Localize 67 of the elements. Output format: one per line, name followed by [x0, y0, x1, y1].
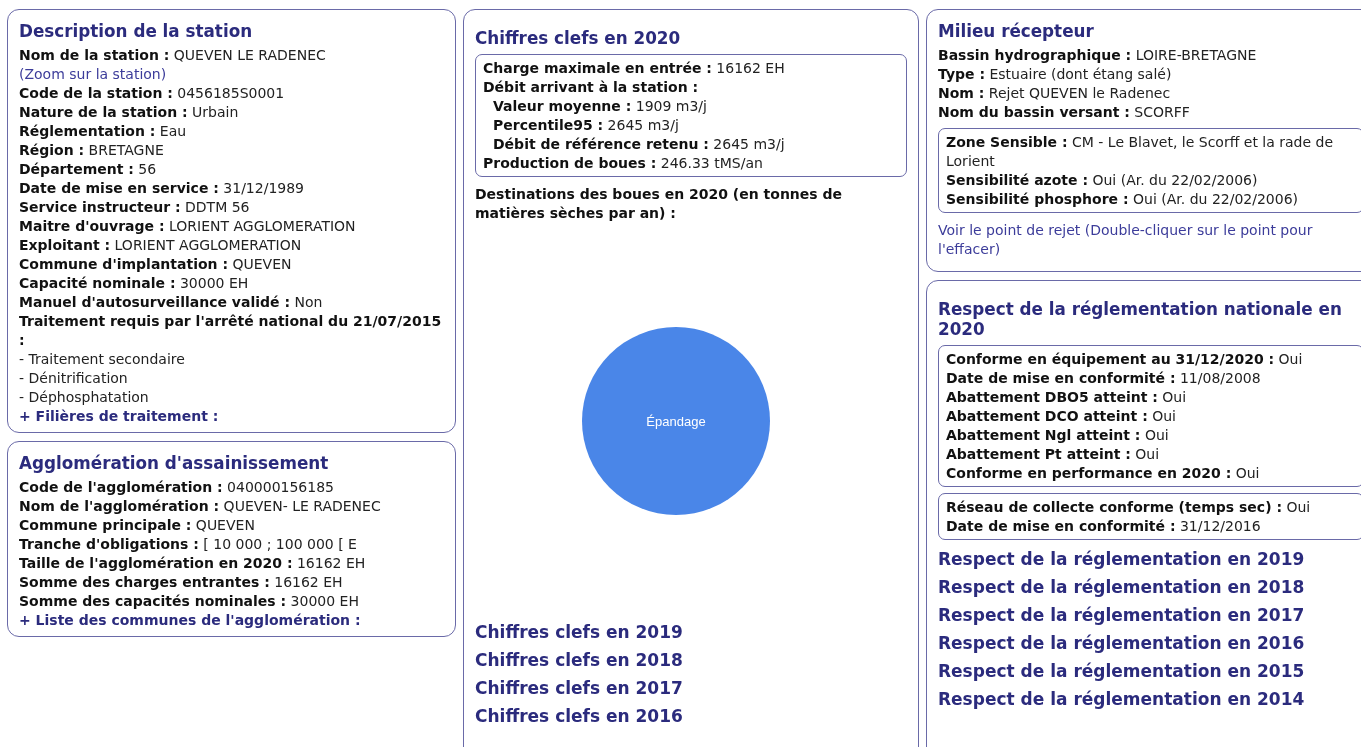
- year-link[interactable]: Chiffres clefs en 2017: [475, 674, 907, 702]
- zoom-link[interactable]: (Zoom sur la station): [19, 65, 167, 84]
- year-link[interactable]: Respect de la réglementation en 2019: [938, 545, 1361, 573]
- expand-link[interactable]: + Liste des communes de l'agglomération :: [19, 611, 444, 630]
- field-line: Abattement DCO atteint : Oui: [946, 407, 1177, 426]
- year-link[interactable]: Respect de la réglementation en 2016: [938, 629, 1361, 657]
- field-line: Nom : Rejet QUEVEN le Radenec: [938, 84, 1172, 103]
- field-line: Commune d'implantation : QUEVEN: [19, 255, 292, 274]
- field-line: Réseau de collecte conforme (temps sec) : Oui: [946, 498, 1312, 517]
- slice-label: Épandage: [646, 413, 706, 429]
- field-line: Zone Sensible : CM - Le Blavet, le Scorff et la rade de Lorient: [946, 133, 1335, 171]
- field-line: Bassin hydrographique : LOIRE-BRETAGNE: [938, 46, 1258, 65]
- field-line: Somme des capacités nominales : 30000 EH: [19, 592, 360, 611]
- map-link[interactable]: Voir le point de rejet (Double-cliquer sur le point pour l'effacer): [938, 221, 1361, 259]
- field-line: Somme des charges entrantes : 16162 EH: [19, 573, 344, 592]
- field-line: Conforme en équipement au 31/12/2020 : Oui: [946, 350, 1304, 369]
- treatment-item: - Traitement secondaire: [19, 350, 186, 369]
- field-line: Manuel d'autosurveillance validé : Non: [19, 293, 323, 312]
- treatment-item: - Déphosphatation: [19, 388, 150, 407]
- field-line: Maitre d'ouvrage : LORIENT AGGLOMERATION: [19, 217, 356, 236]
- field-line: Débit arrivant à la station :: [483, 78, 700, 97]
- year-link[interactable]: Respect de la réglementation en 2015: [938, 657, 1361, 685]
- field-line: Conforme en performance en 2020 : Oui: [946, 464, 1261, 483]
- field-line: Valeur moyenne : 1909 m3/j: [492, 97, 708, 116]
- year-link[interactable]: Chiffres clefs en 2018: [475, 646, 907, 674]
- section-title: Respect de la réglementation nationale en 2020: [938, 299, 1343, 339]
- field-line: Réglementation : Eau: [19, 122, 187, 141]
- section-title: Agglomération d'assainissement: [19, 452, 330, 474]
- field-line: Région : BRETAGNE: [19, 141, 164, 160]
- field-line: Capacité nominale : 30000 EH: [19, 274, 249, 293]
- field-line: Département : 56: [19, 160, 157, 179]
- field-line: Tranche d'obligations : [ 10 000 ; 100 000 [ E: [19, 535, 358, 554]
- section-title: Chiffres clefs en 2020: [475, 28, 682, 48]
- field-line: Nature de la station : Urbain: [19, 103, 239, 122]
- chart-heading: Destinations des boues en 2020 (en tonnes de matières sèches par an) :: [475, 185, 844, 223]
- field-line: Débit de référence retenu : 2645 m3/j: [492, 135, 786, 154]
- field-line: Abattement Pt atteint : Oui: [946, 445, 1161, 464]
- field-line: Taille de l'agglomération en 2020 : 16162 EH: [19, 554, 367, 573]
- field-line: Sensibilité phosphore : Oui (Ar. du 22/02/2006): [946, 190, 1300, 209]
- field-line: Production de boues : 246.33 tMS/an: [483, 154, 764, 173]
- section-title: Milieu récepteur: [938, 20, 1095, 42]
- treatment-item: - Dénitrification: [19, 369, 129, 388]
- field-line: Commune principale : QUEVEN: [19, 516, 256, 535]
- field-line: Code de l'agglomération : 040000156185: [19, 478, 335, 497]
- field-line: Sensibilité azote : Oui (Ar. du 22/02/2006): [946, 171, 1259, 190]
- field-line: Abattement DBO5 atteint : Oui: [946, 388, 1188, 407]
- field-line: Service instructeur : DDTM 56: [19, 198, 250, 217]
- year-link[interactable]: Respect de la réglementation en 2018: [938, 573, 1361, 601]
- field-line: Nom de l'agglomération : QUEVEN- LE RADENEC: [19, 497, 382, 516]
- field-line: Date de mise en conformité : 31/12/2016: [946, 517, 1262, 536]
- field-line: Nom du bassin versant : SCORFF: [938, 103, 1191, 122]
- field-line: Type : Estuaire (dont étang salé): [938, 65, 1173, 84]
- field-line: Exploitant : LORIENT AGGLOMERATION: [19, 236, 302, 255]
- field-line: Nom de la station : QUEVEN LE RADENEC: [19, 46, 326, 65]
- year-link[interactable]: Respect de la réglementation en 2014: [938, 685, 1361, 713]
- year-link[interactable]: Chiffres clefs en 2019: [475, 618, 907, 646]
- field-line: Percentile95 : 2645 m3/j: [492, 116, 680, 135]
- field-line: Date de mise en conformité : 11/08/2008: [946, 369, 1262, 388]
- year-link[interactable]: Respect de la réglementation en 2017: [938, 601, 1361, 629]
- section-title: Description de la station: [19, 20, 254, 42]
- field-line: Date de mise en service : 31/12/1989: [19, 179, 305, 198]
- field-line: Abattement Ngl atteint : Oui: [946, 426, 1170, 445]
- field-line: Charge maximale en entrée : 16162 EH: [483, 59, 786, 78]
- field-line: Traitement requis par l'arrêté national du 21/07/2015 :: [19, 312, 443, 350]
- expand-link[interactable]: + Filières de traitement :: [19, 407, 444, 426]
- field-line: Code de la station : 0456185S0001: [19, 84, 285, 103]
- year-link[interactable]: Chiffres clefs en 2016: [475, 702, 907, 730]
